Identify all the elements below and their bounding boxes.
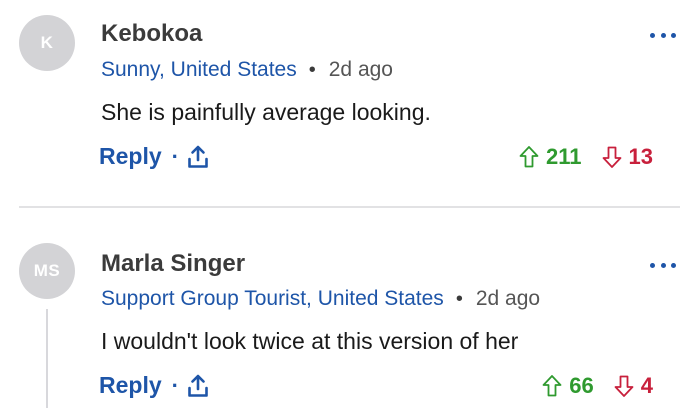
meta-separator: • bbox=[455, 287, 463, 310]
more-options-icon[interactable] bbox=[650, 260, 676, 270]
upvote-count: 66 bbox=[569, 373, 594, 398]
upvote-button[interactable]: 211 bbox=[519, 144, 582, 170]
comment-meta: Sunny, United States • 2d ago bbox=[101, 58, 393, 82]
vote-controls: 66 4 bbox=[542, 373, 653, 399]
comment-text: I wouldn't look twice at this version of… bbox=[101, 328, 519, 354]
meta-separator: • bbox=[308, 58, 316, 81]
share-icon[interactable] bbox=[187, 144, 209, 170]
comment-actions: Reply · bbox=[99, 143, 209, 170]
comment-location[interactable]: Support Group Tourist, United States bbox=[101, 287, 444, 311]
upvote-button[interactable]: 66 bbox=[542, 373, 594, 399]
arrow-up-icon bbox=[542, 375, 562, 397]
action-separator: · bbox=[171, 372, 179, 398]
comment-author[interactable]: Kebokoa bbox=[101, 20, 202, 48]
comment-actions: Reply · bbox=[99, 372, 209, 399]
share-icon[interactable] bbox=[187, 373, 209, 399]
arrow-up-icon bbox=[519, 146, 539, 168]
arrow-down-icon bbox=[602, 146, 621, 168]
comment-age: 2d ago bbox=[475, 287, 541, 310]
avatar[interactable]: MS bbox=[19, 243, 75, 299]
downvote-count: 13 bbox=[628, 144, 653, 169]
downvote-button[interactable]: 4 bbox=[614, 373, 653, 399]
downvote-count: 4 bbox=[640, 373, 653, 398]
more-options-icon[interactable] bbox=[650, 30, 676, 40]
comment-age: 2d ago bbox=[328, 58, 393, 81]
thread-line bbox=[46, 309, 48, 408]
comment-meta: Support Group Tourist, United States • 2… bbox=[101, 287, 540, 311]
comment: MS Marla Singer Support Group Tourist, U… bbox=[0, 208, 700, 408]
reply-button[interactable]: Reply bbox=[99, 372, 162, 399]
comment-text: She is painfully average looking. bbox=[101, 99, 431, 125]
avatar[interactable]: K bbox=[19, 15, 75, 71]
action-separator: · bbox=[171, 143, 179, 169]
vote-controls: 211 13 bbox=[519, 144, 653, 170]
comment-author[interactable]: Marla Singer bbox=[101, 250, 245, 278]
downvote-button[interactable]: 13 bbox=[602, 144, 653, 170]
comment: K Kebokoa Sunny, United States • 2d ago … bbox=[0, 0, 700, 206]
arrow-down-icon bbox=[614, 375, 634, 397]
upvote-count: 211 bbox=[546, 144, 582, 169]
reply-button[interactable]: Reply bbox=[99, 143, 162, 170]
comment-location[interactable]: Sunny, United States bbox=[101, 58, 297, 82]
